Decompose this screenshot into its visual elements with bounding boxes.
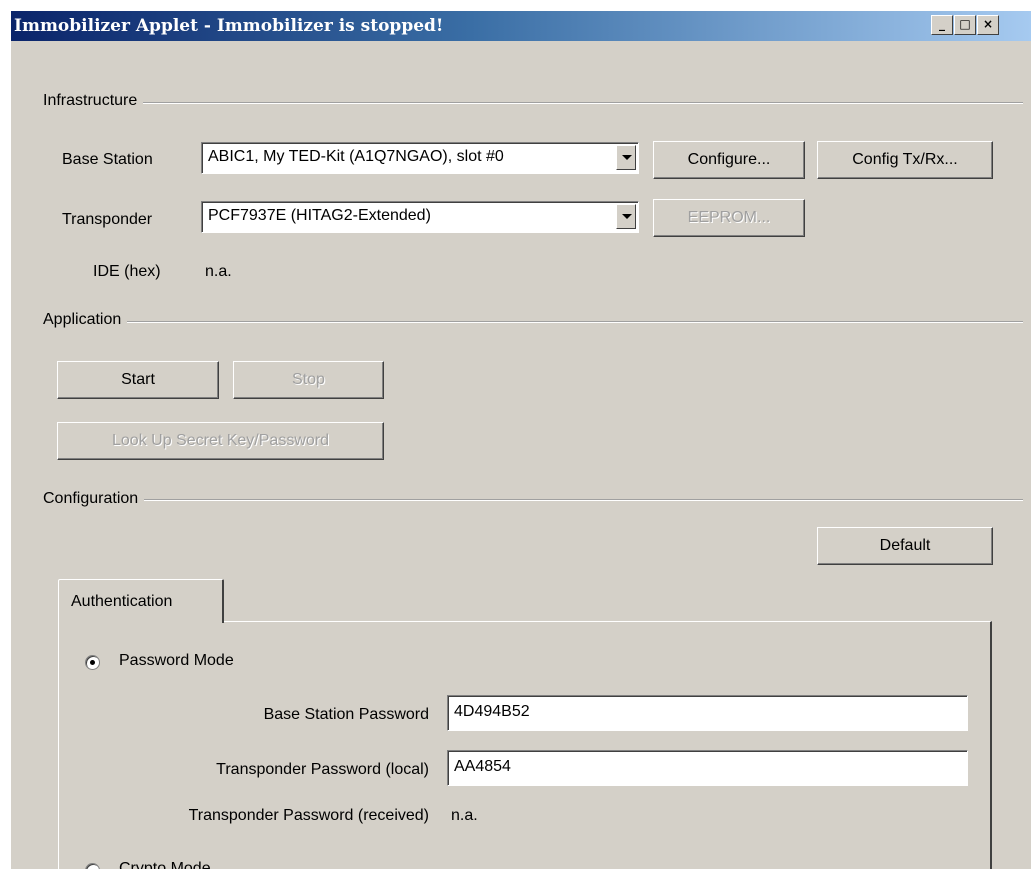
stop-button[interactable]: Stop — [233, 361, 384, 399]
base-station-value: ABIC1, My TED-Kit (A1Q7NGAO), slot #0 — [208, 148, 504, 165]
password-mode-label[interactable]: Password Mode — [119, 652, 234, 670]
configure-button[interactable]: Configure... — [653, 141, 805, 179]
base-station-password-field[interactable]: 4D494B52 — [447, 695, 968, 731]
eeprom-button[interactable]: EEPROM... — [653, 199, 805, 237]
tab-authentication[interactable]: Authentication — [58, 579, 224, 623]
start-button[interactable]: Start — [57, 361, 219, 399]
ide-value: n.a. — [205, 263, 232, 280]
configuration-group-label: Configuration — [43, 490, 145, 508]
config-txrx-button[interactable]: Config Tx/Rx... — [817, 141, 993, 179]
transponder-password-received-label: Transponder Password (received) — [188, 807, 429, 824]
minimize-button[interactable]: _ — [931, 15, 953, 35]
transponder-password-local-field[interactable]: AA4854 — [447, 750, 968, 786]
base-station-password-label: Base Station Password — [263, 706, 429, 723]
application-group-label: Application — [43, 311, 128, 329]
transponder-value: PCF7937E (HITAG2-Extended) — [208, 207, 431, 224]
title-bar[interactable]: Immobilizer Applet - Immobilizer is stop… — [11, 11, 1031, 41]
chevron-down-icon[interactable] — [616, 145, 636, 170]
transponder-password-received-value: n.a. — [451, 807, 478, 824]
password-mode-radio[interactable] — [85, 655, 100, 670]
immobilizer-applet-window: Immobilizer Applet - Immobilizer is stop… — [10, 10, 1031, 869]
infrastructure-group-label: Infrastructure — [43, 92, 144, 110]
transponder-label: Transponder — [62, 211, 153, 228]
ide-label: IDE (hex) — [93, 263, 161, 280]
infrastructure-divider — [43, 102, 1023, 104]
configuration-divider — [43, 499, 1023, 501]
default-button[interactable]: Default — [817, 527, 993, 565]
transponder-password-local-label: Transponder Password (local) — [216, 761, 429, 778]
application-divider — [43, 321, 1023, 323]
maximize-button[interactable]: □ — [954, 15, 976, 35]
close-button[interactable]: × — [977, 15, 999, 35]
chevron-down-icon[interactable] — [616, 204, 636, 229]
transponder-combobox[interactable]: PCF7937E (HITAG2-Extended) — [201, 201, 639, 233]
base-station-combobox[interactable]: ABIC1, My TED-Kit (A1Q7NGAO), slot #0 — [201, 142, 639, 174]
crypto-mode-label[interactable]: Crypto Mode — [119, 860, 211, 869]
look-up-secret-key-button[interactable]: Look Up Secret Key/Password — [57, 422, 384, 460]
base-station-label: Base Station — [62, 151, 153, 168]
window-title: Immobilizer Applet - Immobilizer is stop… — [14, 16, 444, 36]
